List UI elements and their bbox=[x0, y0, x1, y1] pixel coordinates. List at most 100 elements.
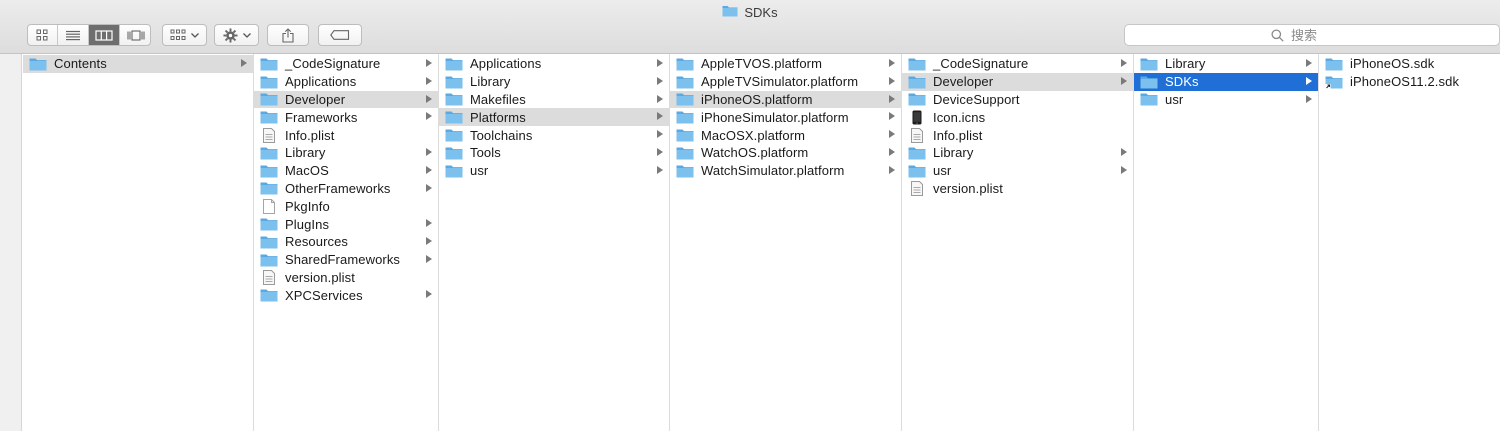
search-input[interactable] bbox=[1289, 26, 1353, 44]
list-item[interactable]: MacOS bbox=[254, 162, 438, 180]
disclosure-arrow-icon bbox=[1121, 165, 1127, 174]
list-item[interactable]: SharedFrameworks bbox=[254, 251, 438, 269]
list-item[interactable]: PlugIns bbox=[254, 215, 438, 233]
action-menu-button[interactable] bbox=[214, 24, 259, 46]
share-button[interactable] bbox=[267, 24, 309, 46]
column-5[interactable]: _CodeSignature Developer DeviceSupport Icon… bbox=[902, 54, 1134, 431]
search-field[interactable] bbox=[1124, 24, 1500, 46]
list-item[interactable]: usr bbox=[439, 162, 669, 180]
list-item[interactable]: iPhoneOS11.2.sdk bbox=[1319, 73, 1500, 91]
list-item[interactable]: PkgInfo bbox=[254, 197, 438, 215]
gallery-view-button[interactable] bbox=[120, 25, 151, 45]
disclosure-arrow-icon bbox=[657, 76, 663, 85]
view-mode-control[interactable] bbox=[27, 24, 151, 46]
list-item[interactable]: Makefiles bbox=[439, 91, 669, 109]
list-item[interactable]: version.plist bbox=[902, 180, 1133, 198]
item-name: Developer bbox=[933, 74, 994, 90]
list-item[interactable]: Frameworks bbox=[254, 108, 438, 126]
list-item[interactable]: iPhoneOS.platform bbox=[670, 90, 901, 109]
list-item[interactable]: Library bbox=[902, 144, 1133, 162]
item-name: DeviceSupport bbox=[933, 91, 1020, 107]
share-icon bbox=[282, 27, 294, 43]
folder-icon bbox=[908, 146, 926, 160]
chevron-down-icon bbox=[191, 32, 199, 38]
list-item[interactable]: iPhoneOS.sdk bbox=[1319, 55, 1500, 73]
disclosure-arrow-icon bbox=[426, 94, 432, 103]
item-name: _CodeSignature bbox=[285, 56, 381, 72]
list-item[interactable]: WatchOS.platform bbox=[670, 144, 901, 162]
folder-icon bbox=[676, 57, 694, 71]
list-item[interactable]: AppleTVSimulator.platform bbox=[670, 73, 901, 91]
disclosure-arrow-icon bbox=[657, 112, 663, 121]
list-item[interactable]: _CodeSignature bbox=[902, 55, 1133, 73]
item-name: SDKs bbox=[1165, 74, 1199, 90]
list-item[interactable]: Platforms bbox=[439, 108, 669, 127]
column-6[interactable]: Library SDKs usr bbox=[1134, 54, 1319, 431]
item-name: Makefiles bbox=[470, 91, 526, 107]
item-name: MacOSX.platform bbox=[701, 127, 806, 143]
disclosure-arrow-icon bbox=[1121, 59, 1127, 67]
item-name: Platforms bbox=[470, 109, 526, 125]
disclosure-arrow-icon bbox=[657, 147, 663, 156]
item-name: usr bbox=[933, 163, 952, 179]
icon-view-button[interactable] bbox=[27, 25, 58, 45]
list-item[interactable]: OtherFrameworks bbox=[254, 180, 438, 198]
folder-icon bbox=[445, 75, 463, 89]
column-2[interactable]: _CodeSignature Applications Developer Frame… bbox=[254, 54, 439, 431]
sidebar-gutter bbox=[0, 54, 22, 431]
disclosure-arrow-icon bbox=[426, 254, 432, 263]
column-4[interactable]: AppleTVOS.platform AppleTVSimulator.platf… bbox=[670, 54, 902, 431]
list-item[interactable]: _CodeSignature bbox=[254, 55, 438, 73]
list-item[interactable]: DeviceSupport bbox=[902, 91, 1133, 109]
folder-icon bbox=[676, 128, 694, 142]
item-name: version.plist bbox=[933, 180, 1003, 196]
list-item[interactable]: Library bbox=[1134, 55, 1318, 73]
disclosure-arrow-icon bbox=[889, 76, 895, 85]
list-item[interactable]: MacOSX.platform bbox=[670, 126, 901, 144]
list-item[interactable]: Icon.icns bbox=[902, 108, 1133, 126]
list-item[interactable]: Developer bbox=[902, 72, 1133, 91]
folder-icon bbox=[260, 164, 278, 178]
item-name: Icon.icns bbox=[933, 109, 986, 125]
list-item[interactable]: Resources bbox=[254, 233, 438, 251]
column-view-button[interactable] bbox=[89, 25, 120, 45]
list-item[interactable]: usr bbox=[902, 162, 1133, 180]
list-item[interactable]: Info.plist bbox=[902, 126, 1133, 144]
folder-icon bbox=[260, 110, 278, 124]
list-item[interactable]: iPhoneSimulator.platform bbox=[670, 108, 901, 126]
item-name: Info.plist bbox=[285, 127, 335, 143]
list-item[interactable]: Library bbox=[439, 73, 669, 91]
item-name: PlugIns bbox=[285, 216, 330, 232]
folder-icon bbox=[260, 235, 278, 249]
list-view-icon bbox=[66, 30, 80, 40]
list-item[interactable]: AppleTVOS.platform bbox=[670, 55, 901, 73]
search-icon bbox=[1271, 28, 1284, 42]
list-item[interactable]: usr bbox=[1134, 91, 1318, 109]
item-name: Resources bbox=[285, 234, 349, 250]
list-item[interactable]: Applications bbox=[439, 55, 669, 73]
list-item[interactable]: WatchSimulator.platform bbox=[670, 162, 901, 180]
group-by-button[interactable] bbox=[162, 24, 207, 46]
column-3[interactable]: Applications Library Makefiles Platforms Too… bbox=[439, 54, 670, 431]
column-browser: Contents _CodeSignature Applications Devel… bbox=[0, 54, 1500, 431]
column-7[interactable]: iPhoneOS.sdk iPhoneOS11.2.sdk bbox=[1319, 54, 1500, 431]
list-item[interactable]: Library bbox=[254, 144, 438, 162]
item-name: OtherFrameworks bbox=[285, 180, 391, 196]
list-item[interactable]: Toolchains bbox=[439, 126, 669, 144]
list-item[interactable]: SDKs bbox=[1134, 72, 1318, 91]
list-view-button[interactable] bbox=[58, 25, 89, 45]
folder-icon bbox=[29, 57, 47, 71]
list-item[interactable]: Info.plist bbox=[254, 126, 438, 144]
list-item[interactable]: Tools bbox=[439, 144, 669, 162]
gear-icon bbox=[222, 27, 238, 43]
folder-icon bbox=[676, 164, 694, 178]
list-item[interactable]: version.plist bbox=[254, 269, 438, 287]
disclosure-arrow-icon bbox=[889, 147, 895, 156]
list-item[interactable]: Developer bbox=[254, 90, 438, 109]
folder-icon bbox=[445, 92, 463, 106]
list-item[interactable]: XPCServices bbox=[254, 286, 438, 304]
column-1[interactable]: Contents bbox=[23, 54, 254, 431]
list-item[interactable]: Applications bbox=[254, 73, 438, 91]
list-item[interactable]: Contents bbox=[23, 55, 253, 73]
tags-button[interactable] bbox=[318, 24, 362, 46]
